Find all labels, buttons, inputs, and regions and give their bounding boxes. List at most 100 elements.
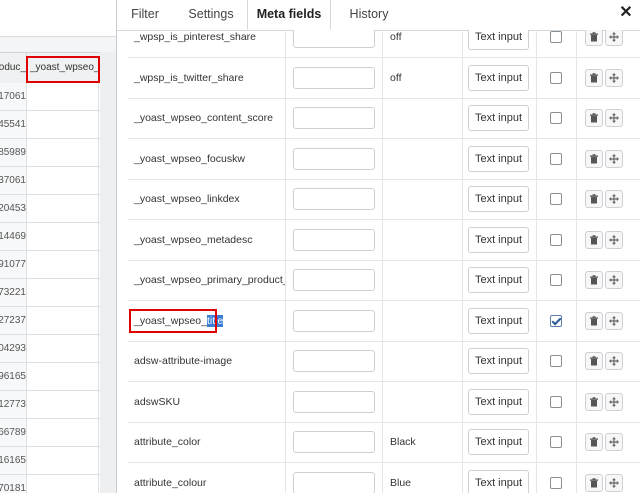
column-title-input[interactable] (293, 30, 375, 48)
sheet-cell-title[interactable] (26, 391, 99, 418)
trash-icon[interactable] (585, 230, 603, 249)
sheet-cell-value[interactable]: 85989 (0, 139, 27, 166)
meta-field-row: _yoast_wpseo_linkdex Text input (128, 179, 640, 220)
field-type-button[interactable]: Text input (468, 186, 529, 212)
trash-icon[interactable] (585, 271, 603, 289)
sheet-cell-value[interactable]: 66789 (0, 419, 27, 446)
trash-icon[interactable] (585, 392, 603, 411)
visible-checkbox[interactable] (550, 314, 562, 327)
sheet-cell-title[interactable] (26, 335, 99, 362)
tab-meta-fields[interactable]: Meta fields (247, 0, 331, 30)
field-type-button[interactable]: Text input (468, 267, 529, 293)
move-arrows-icon[interactable] (605, 271, 623, 289)
column-title-input[interactable] (293, 107, 375, 129)
tab-settings[interactable]: Settings (179, 0, 243, 30)
visible-checkbox[interactable] (550, 436, 562, 448)
trash-icon[interactable] (585, 352, 603, 370)
sheet-cell-value[interactable]: 45541 (0, 111, 27, 138)
move-arrows-icon[interactable] (605, 433, 623, 451)
column-title-input[interactable] (293, 66, 375, 89)
visible-checkbox[interactable] (550, 233, 562, 246)
sheet-cell-value[interactable]: 12773 (0, 391, 27, 418)
field-type-button[interactable]: Text input (468, 429, 529, 455)
column-title-input[interactable] (293, 228, 375, 251)
field-type-button[interactable]: Text input (468, 64, 529, 91)
sheet-cell-title[interactable] (26, 447, 99, 474)
sheet-cell-title[interactable] (26, 139, 99, 166)
field-type-button[interactable]: Text input (468, 105, 529, 131)
trash-icon[interactable] (585, 433, 603, 451)
visible-checkbox[interactable] (550, 193, 562, 205)
sheet-cell-title[interactable] (26, 111, 99, 138)
tab-filter[interactable]: Filter (121, 0, 169, 30)
sheet-cell-value[interactable]: 96165 (0, 363, 27, 390)
sheet-cell-value[interactable]: 73221 (0, 279, 27, 306)
move-arrows-icon[interactable] (605, 311, 623, 330)
sheet-cell-title[interactable] (26, 279, 99, 306)
sheet-cell-title[interactable] (26, 363, 99, 390)
column-title-input[interactable] (293, 350, 375, 372)
move-arrows-icon[interactable] (605, 352, 623, 370)
move-arrows-icon[interactable] (605, 230, 623, 249)
field-type-button[interactable]: Text input (468, 388, 529, 415)
sheet-cell-title[interactable] (26, 223, 99, 250)
sheet-cell-value[interactable]: 16165 (0, 447, 27, 474)
tab-history[interactable]: History (343, 0, 395, 30)
column-title-input[interactable] (293, 471, 375, 493)
visible-checkbox[interactable] (550, 355, 562, 367)
sheet-cell-title[interactable] (26, 419, 99, 446)
sheet-cell-title[interactable] (26, 83, 99, 110)
visible-checkbox[interactable] (550, 31, 562, 43)
column-header-prev[interactable]: _produc (0, 53, 27, 83)
sheet-cell-title[interactable] (26, 475, 99, 493)
close-icon[interactable]: ✕ (615, 2, 637, 24)
field-type-button[interactable]: Text input (468, 226, 529, 253)
visible-checkbox[interactable] (550, 395, 562, 408)
field-type-button[interactable]: Text input (468, 145, 529, 172)
move-arrows-icon[interactable] (605, 392, 623, 411)
column-title-input[interactable] (293, 390, 375, 413)
spreadsheet-scrollbar[interactable] (100, 52, 116, 493)
visible-checkbox[interactable] (550, 112, 562, 124)
field-type-button[interactable]: Text input (468, 307, 529, 334)
sheet-cell-value[interactable]: 04293 (0, 335, 27, 362)
sheet-cell-title[interactable] (26, 307, 99, 334)
visible-checkbox[interactable] (550, 476, 562, 489)
field-type-button[interactable]: Text input (468, 469, 529, 493)
column-title-input[interactable] (293, 431, 375, 453)
column-title-input[interactable] (293, 188, 375, 210)
move-arrows-icon[interactable] (605, 190, 623, 208)
trash-icon[interactable] (585, 149, 603, 168)
sheet-cell-value[interactable]: 37061 (0, 167, 27, 194)
visible-checkbox[interactable] (550, 274, 562, 286)
trash-icon[interactable] (585, 68, 603, 87)
trash-icon[interactable] (585, 473, 603, 492)
move-arrows-icon[interactable] (605, 30, 623, 46)
sheet-cell-title[interactable] (26, 251, 99, 278)
sheet-cell-title[interactable] (26, 167, 99, 194)
sheet-cell-value[interactable]: 17061 (0, 83, 27, 110)
trash-icon[interactable] (585, 30, 603, 46)
visible-checkbox[interactable] (550, 71, 562, 84)
trash-icon[interactable] (585, 311, 603, 330)
field-type-cell: Text input (463, 260, 537, 300)
column-title-input[interactable] (293, 269, 375, 291)
sheet-cell-value[interactable]: 70181 (0, 475, 27, 493)
visible-checkbox[interactable] (550, 152, 562, 165)
sheet-cell-value[interactable]: 20453 (0, 195, 27, 222)
move-arrows-icon[interactable] (605, 149, 623, 168)
move-arrows-icon[interactable] (605, 68, 623, 87)
move-arrows-icon[interactable] (605, 473, 623, 492)
sheet-cell-value[interactable]: 91077 (0, 251, 27, 278)
column-title-input[interactable] (293, 147, 375, 170)
column-title-input[interactable] (293, 309, 375, 332)
trash-icon[interactable] (585, 109, 603, 127)
field-type-button[interactable]: Text input (468, 30, 529, 50)
sheet-cell-value[interactable]: 27237 (0, 307, 27, 334)
trash-icon[interactable] (585, 190, 603, 208)
meta-field-name: _yoast_wpseo_primary_product_cat (128, 260, 286, 300)
field-type-button[interactable]: Text input (468, 348, 529, 374)
sheet-cell-title[interactable] (26, 195, 99, 222)
move-arrows-icon[interactable] (605, 109, 623, 127)
sheet-cell-value[interactable]: 14469 (0, 223, 27, 250)
